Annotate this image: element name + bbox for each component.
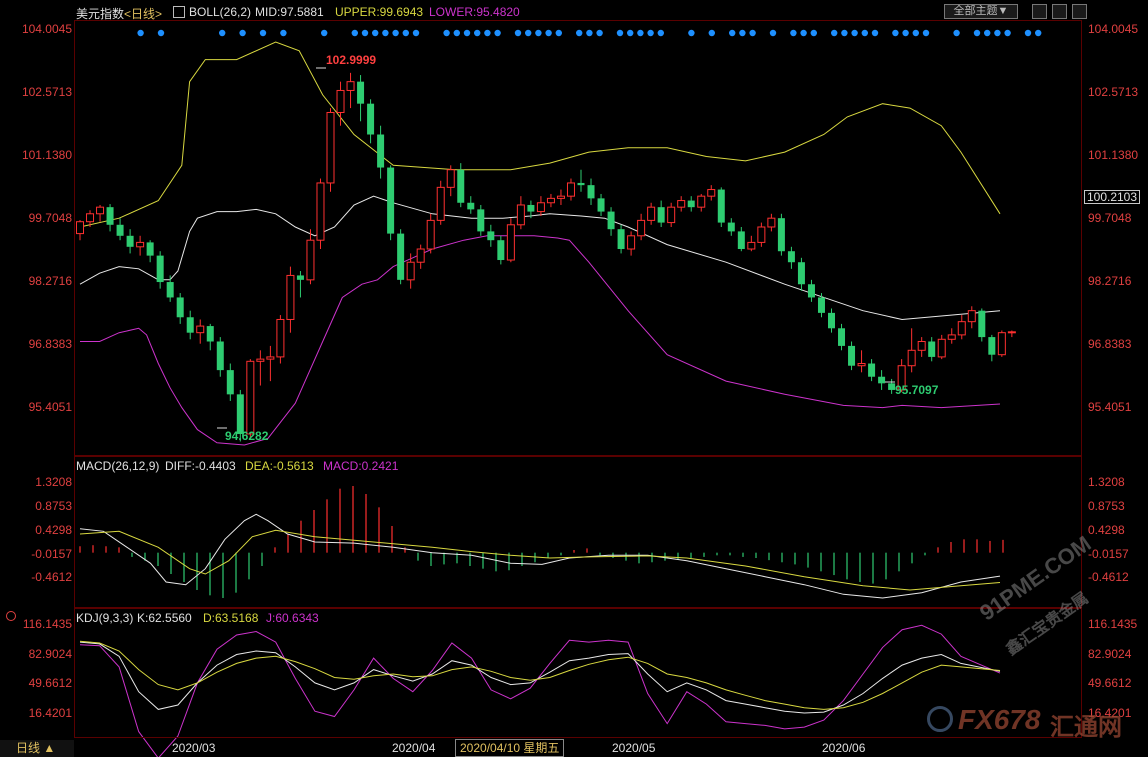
maximize-button[interactable] <box>1072 4 1087 19</box>
chart-settings-icon[interactable] <box>173 6 185 18</box>
month-label-mar: 2020/03 <box>172 741 216 755</box>
price-tick-label: 95.4051 <box>1088 400 1132 415</box>
period-button[interactable]: 日线 ▲ <box>0 740 74 757</box>
boll-upper-value: UPPER:99.6943 <box>335 5 424 19</box>
minimize-button[interactable] <box>1032 4 1047 19</box>
macd-tick-label: 0.8753 <box>1088 498 1125 513</box>
price-tick-label: 101.1380 <box>21 147 72 162</box>
price-tick-label: 102.5713 <box>1088 84 1139 99</box>
boll-lower-value: LOWER:95.4820 <box>429 5 520 19</box>
boll-indicator-label: BOLL(26,2) <box>189 5 252 19</box>
macd-tick-label: 1.3208 <box>1088 475 1125 490</box>
period-label[interactable]: <日线> <box>124 5 162 22</box>
macd-panel-border <box>74 456 1082 608</box>
kdj-j-value: J:60.6343 <box>266 611 319 625</box>
macd-tick-label: 1.3208 <box>35 475 72 490</box>
macd-value: MACD:0.2421 <box>323 459 399 473</box>
kdj-tick-label: 82.9024 <box>28 646 72 661</box>
fx678-globe-icon <box>927 706 953 732</box>
current-price-tag: 100.2103 <box>1084 190 1140 204</box>
macd-tick-label: -0.4612 <box>1088 570 1129 585</box>
price-panel-border <box>74 20 1082 456</box>
watermark-fx678-sub: 汇通网 <box>1050 714 1122 741</box>
price-tick-label: 102.5713 <box>21 84 72 99</box>
price-tick-label: 101.1380 <box>1088 147 1139 162</box>
price-tick-label: 98.2716 <box>28 274 72 289</box>
price-tick-label: 96.8383 <box>28 337 72 352</box>
cursor-date-label: 2020/04/10 星期五 <box>455 739 565 757</box>
price-tick-label: 96.8383 <box>1088 337 1132 352</box>
kdj-tick-label: 16.4201 <box>28 705 72 720</box>
restore-button[interactable] <box>1052 4 1067 19</box>
watermark-fx678: FX678 <box>958 704 1041 735</box>
kdj-tick-label: 116.1435 <box>22 617 72 632</box>
macd-tick-label: -0.4612 <box>31 570 72 585</box>
kdj-tick-label: 116.1435 <box>1088 617 1138 632</box>
macd-diff-value: DIFF:-0.4403 <box>165 459 236 473</box>
month-label-apr: 2020/04 <box>392 741 436 755</box>
price-tick-label: 104.0045 <box>1088 21 1139 36</box>
kdj-tick-label: 49.6612 <box>1088 676 1132 691</box>
month-label-may: 2020/05 <box>612 741 656 755</box>
price-tick-label: 104.0045 <box>21 21 72 36</box>
macd-tick-label: -0.0157 <box>31 546 72 561</box>
macd-dea-value: DEA:-0.5613 <box>245 459 314 473</box>
kdj-k-value: K:62.5560 <box>137 611 192 625</box>
price-tick-label: 95.4051 <box>28 400 72 415</box>
kdj-d-value: D:63.5168 <box>203 611 259 625</box>
price-tick-label: 98.2716 <box>1088 274 1132 289</box>
price-tick-label: 99.7048 <box>1088 210 1132 225</box>
macd-tick-label: 0.4298 <box>1088 522 1125 537</box>
theme-dropdown-button[interactable]: 全部主题▼ <box>944 4 1018 19</box>
kdj-indicator-label: KDJ(9,3,3) <box>76 611 134 625</box>
boll-mid-value: MID:97.5881 <box>255 5 324 19</box>
kdj-tick-label: 49.6612 <box>28 676 72 691</box>
macd-tick-label: 0.4298 <box>35 522 72 537</box>
macd-indicator-label: MACD(26,12,9) <box>76 459 160 473</box>
price-tick-label: 99.7048 <box>28 210 72 225</box>
instrument-title: 美元指数 <box>76 7 125 21</box>
macd-tick-label: 0.8753 <box>35 498 72 513</box>
kdj-tick-label: 82.9024 <box>1088 646 1132 661</box>
month-label-jun: 2020/06 <box>822 741 866 755</box>
